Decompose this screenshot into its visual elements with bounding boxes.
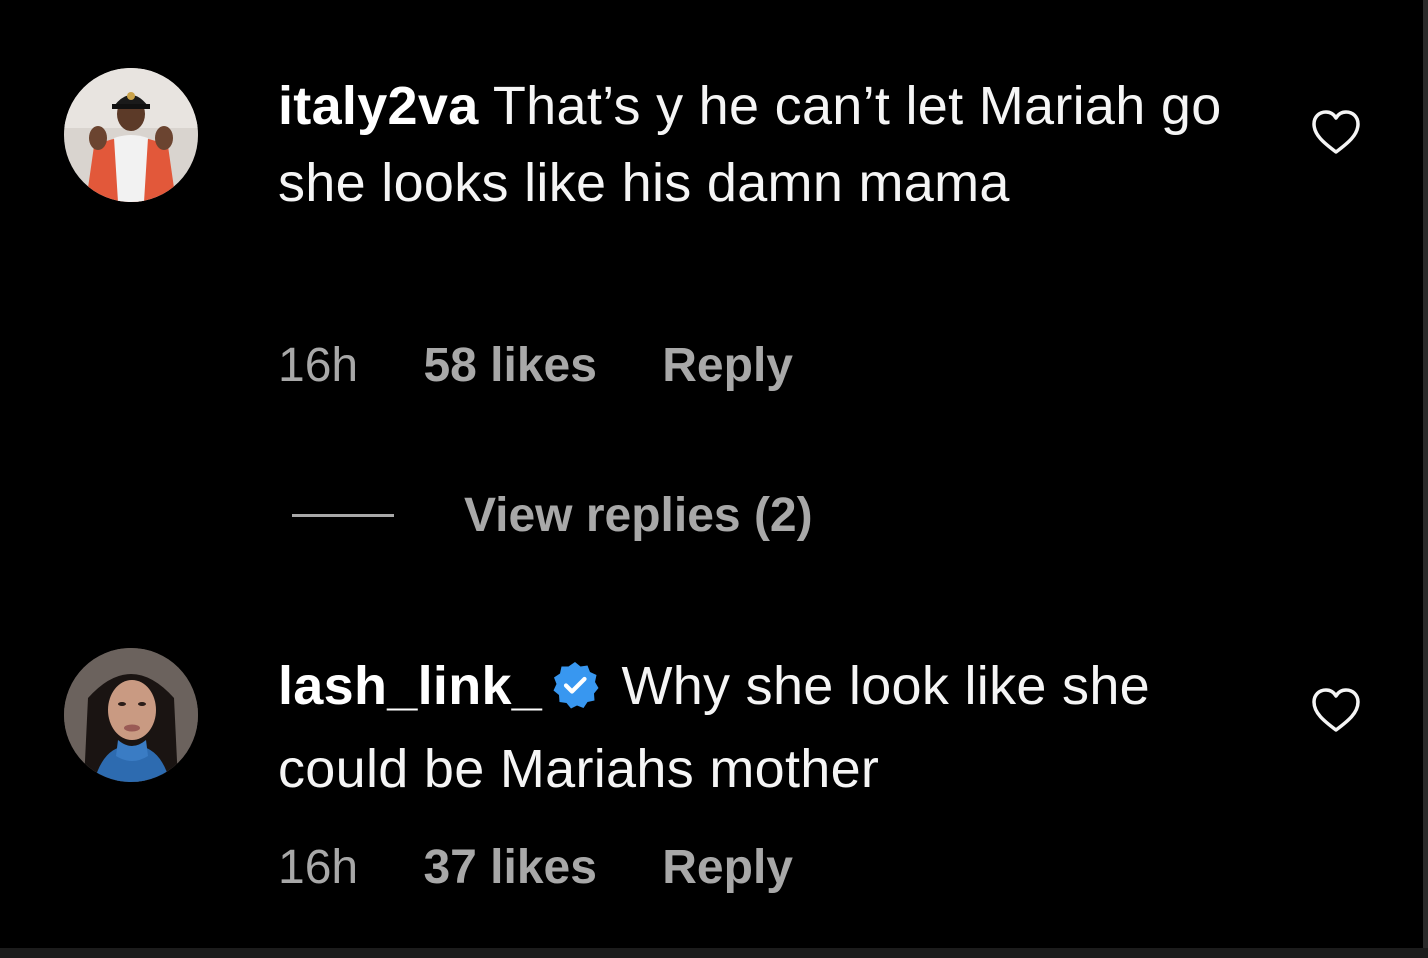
window-edge [1423,0,1428,958]
reply-button[interactable]: Reply [662,338,793,393]
view-replies-button[interactable]: View replies (2) [292,485,813,545]
likes-count[interactable]: 37 likes [423,840,596,895]
avatar[interactable] [64,648,198,782]
comments-panel: italy2va That’s y he can’t let Mariah go… [0,0,1428,958]
comment-meta: 16h 58 likes Reply [278,338,793,393]
heart-icon[interactable] [1310,108,1362,156]
replies-divider-line [292,513,394,517]
comment-meta: 16h 37 likes Reply [278,840,793,895]
comment-time: 16h [278,841,359,894]
view-replies-label: View replies (2) [464,488,813,542]
reply-button[interactable]: Reply [662,840,793,895]
comment-username[interactable]: lash_link_ [278,656,542,716]
comment-time: 16h [278,339,359,392]
avatar[interactable] [64,68,198,202]
heart-icon[interactable] [1310,686,1362,734]
likes-count[interactable]: 58 likes [423,338,596,393]
verified-badge-icon [550,654,600,731]
comment-body: lash_link_ Why she look like she could b… [278,648,1238,808]
window-edge [0,948,1428,958]
comment-username[interactable]: italy2va [278,76,479,136]
comment-body: italy2va That’s y he can’t let Mariah go… [278,68,1238,222]
